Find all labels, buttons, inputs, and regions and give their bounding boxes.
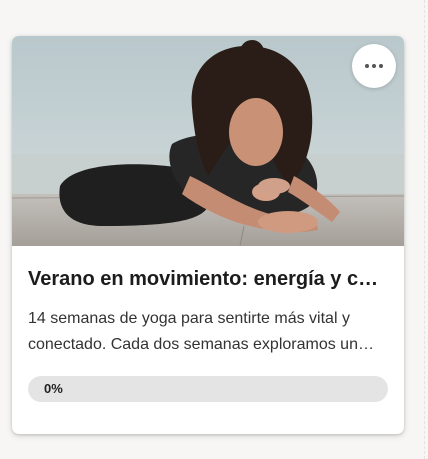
yoga-photo (12, 36, 404, 246)
more-options-button[interactable] (352, 44, 396, 88)
more-horizontal-icon (365, 64, 383, 68)
progress-bar: 0% (28, 376, 388, 402)
course-image[interactable] (12, 36, 404, 246)
page: Verano en movimiento: energía y conexión… (0, 0, 428, 459)
progress-label: 0% (44, 381, 63, 396)
card-body: Verano en movimiento: energía y conexión… (12, 246, 404, 402)
course-card[interactable]: Verano en movimiento: energía y conexión… (12, 36, 404, 434)
course-title[interactable]: Verano en movimiento: energía y conexión (28, 266, 388, 292)
course-description: 14 semanas de yoga para sentirte más vit… (28, 310, 358, 353)
column-divider (424, 0, 425, 459)
